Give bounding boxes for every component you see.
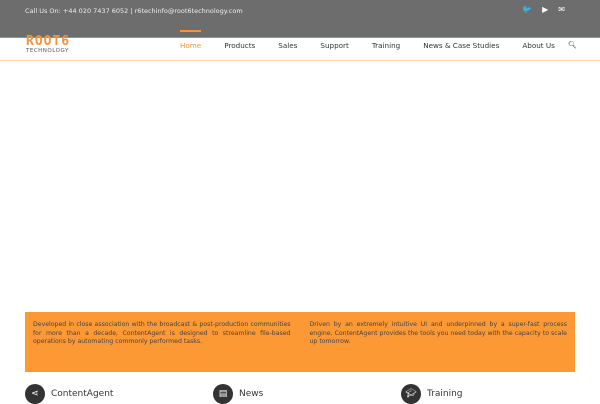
nav-about[interactable]: About Us — [522, 39, 555, 50]
main-nav: Home Products Sales Support Training New… — [180, 30, 578, 50]
intro-banner: Developed in close association with the … — [25, 312, 575, 372]
nav-home[interactable]: Home — [180, 30, 202, 50]
logo[interactable]: ROOT6 TECHNOLOGY — [26, 35, 70, 54]
nav-news[interactable]: News & Case Studies — [423, 39, 499, 50]
search-icon[interactable]: 🔍︎ — [568, 41, 577, 49]
feature-training[interactable]: 🎓︎ Training — [401, 384, 463, 404]
logo-text: ROOT6 — [26, 34, 71, 49]
logo-subtext: TECHNOLOGY — [26, 48, 69, 54]
newspaper-icon: ▤ — [213, 384, 233, 404]
feature-title: Training — [427, 389, 463, 399]
envelope-icon[interactable]: ✉ — [558, 5, 565, 14]
intro-left: Developed in close association with the … — [33, 321, 291, 345]
feature-title: News — [239, 389, 264, 399]
social-links: 🐦 ▶ ✉ — [522, 5, 565, 14]
feature-title: ContentAgent — [51, 389, 114, 399]
graduation-cap-icon: 🎓︎ — [401, 384, 421, 404]
header: ROOT6 TECHNOLOGY Home Products Sales Sup… — [0, 30, 600, 61]
top-bar: Call Us On: +44 020 7437 6052 | r6techin… — [0, 0, 600, 38]
nav-training[interactable]: Training — [372, 39, 400, 50]
contact-info: Call Us On: +44 020 7437 6052 | r6techin… — [25, 7, 243, 15]
twitter-icon[interactable]: 🐦 — [522, 5, 532, 14]
nav-products[interactable]: Products — [224, 39, 255, 50]
intro-right: Driven by an extremely intuitive UI and … — [309, 321, 568, 345]
youtube-icon[interactable]: ▶ — [542, 5, 548, 14]
feature-news[interactable]: ▤ News — [213, 384, 263, 404]
feature-contentagent[interactable]: ⋖ ContentAgent — [25, 384, 113, 404]
share-icon: ⋖ — [25, 384, 45, 404]
nav-sales[interactable]: Sales — [278, 39, 297, 50]
nav-support[interactable]: Support — [320, 39, 348, 50]
